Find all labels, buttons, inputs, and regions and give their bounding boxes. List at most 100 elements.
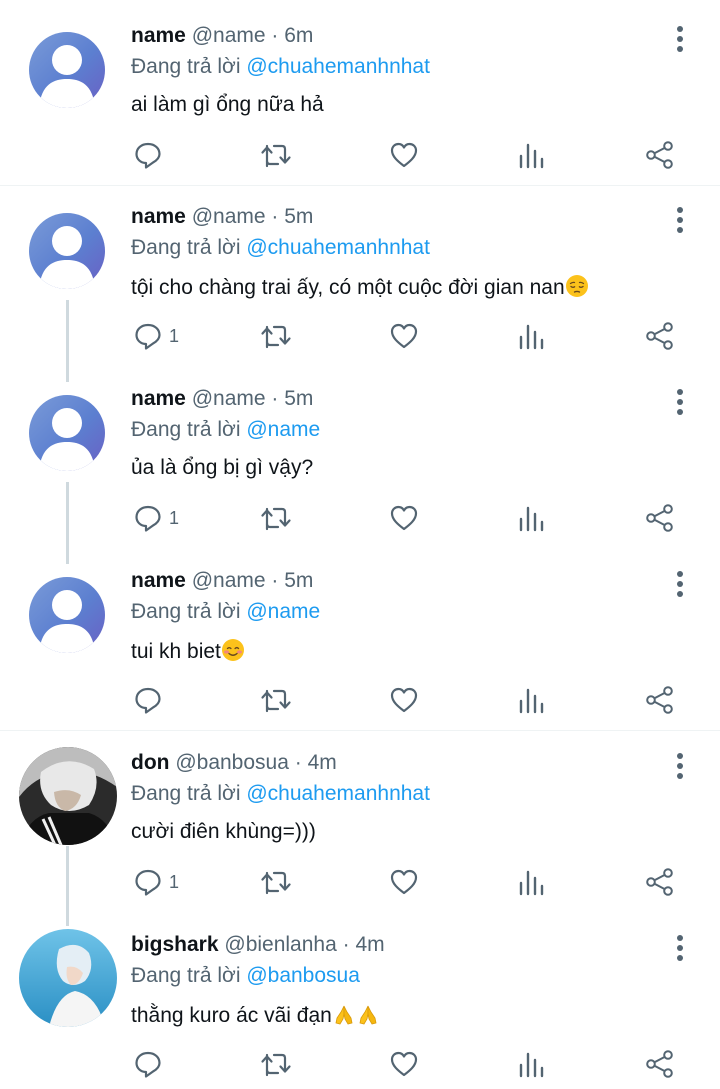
- mention-link[interactable]: @chuahemanhnhat: [246, 55, 430, 78]
- like-button[interactable]: [389, 316, 419, 356]
- display-name[interactable]: name: [131, 205, 186, 228]
- mention-link[interactable]: @chuahemanhnhat: [246, 236, 430, 259]
- analytics-button[interactable]: [518, 498, 546, 538]
- more-options-icon[interactable]: [669, 386, 691, 418]
- like-button[interactable]: [389, 680, 419, 720]
- share-button[interactable]: [645, 135, 675, 175]
- reply-button[interactable]: 1: [133, 498, 179, 538]
- retweet-icon: [261, 689, 291, 713]
- retweet-button[interactable]: [260, 498, 292, 538]
- tweet-header: name @name · 5m: [131, 387, 313, 411]
- retweet-button[interactable]: [260, 1044, 292, 1084]
- tweet-text: tội cho chàng trai ấy, có một cuộc đời g…: [131, 274, 589, 300]
- replying-to: Đang trả lời @name: [131, 600, 320, 624]
- handle-time: @name · 5m: [191, 205, 314, 228]
- share-icon: [646, 1050, 673, 1078]
- reply-count: 1: [169, 507, 180, 528]
- share-icon: [646, 686, 673, 714]
- tweet-text-content: ai làm gì ổng nữa hả: [131, 93, 324, 116]
- analytics-button[interactable]: [518, 316, 546, 356]
- handle-time: @bienlanha · 4m: [224, 933, 385, 956]
- tweet-header: bigshark @bienlanha · 4m: [131, 933, 385, 957]
- divider: [0, 730, 720, 731]
- reply-icon: [135, 142, 161, 169]
- like-button[interactable]: [389, 1044, 419, 1084]
- like-button[interactable]: [389, 862, 419, 902]
- folded-hands-emoji: [335, 1005, 353, 1025]
- tweet-text-content: thằng kuro ác vãi đạn: [131, 1004, 332, 1027]
- folded-hands-emoji: [359, 1005, 377, 1025]
- reply-count: 1: [169, 325, 180, 346]
- retweet-icon: [261, 144, 291, 168]
- avatar[interactable]: [29, 213, 105, 289]
- tweet-text: tui kh biet: [131, 638, 245, 664]
- retweet-button[interactable]: [260, 680, 292, 720]
- reply-button[interactable]: [133, 680, 169, 720]
- analytics-icon: [519, 143, 544, 169]
- share-button[interactable]: [645, 1044, 675, 1084]
- heart-icon: [390, 1051, 418, 1077]
- more-options-icon[interactable]: [669, 204, 691, 236]
- like-button[interactable]: [389, 498, 419, 538]
- replying-to-label: Đang trả lời: [131, 236, 241, 259]
- tweet-header: name @name · 6m: [131, 24, 313, 48]
- reply-button[interactable]: [133, 1044, 169, 1084]
- replying-to-label: Đang trả lời: [131, 55, 241, 78]
- avatar[interactable]: [29, 577, 105, 653]
- analytics-icon: [519, 688, 544, 714]
- heart-icon: [390, 687, 418, 713]
- replying-to: Đang trả lời @name: [131, 418, 320, 442]
- display-name[interactable]: bigshark: [131, 933, 219, 956]
- smiling-face-emoji: [221, 639, 244, 661]
- handle-time: @name · 5m: [191, 569, 314, 592]
- tweet-text: ai làm gì ổng nữa hả: [131, 93, 324, 117]
- share-icon: [646, 322, 673, 350]
- analytics-button[interactable]: [518, 680, 546, 720]
- mention-link[interactable]: @name: [246, 600, 320, 623]
- tweet-text-content: ủa là ổng bị gì vậy?: [131, 456, 314, 479]
- mention-link[interactable]: @chuahemanhnhat: [246, 782, 430, 805]
- like-button[interactable]: [389, 135, 419, 175]
- analytics-button[interactable]: [518, 135, 546, 175]
- analytics-button[interactable]: [518, 862, 546, 902]
- share-icon: [646, 141, 673, 169]
- share-button[interactable]: [645, 316, 675, 356]
- display-name[interactable]: name: [131, 387, 186, 410]
- replying-to-label: Đang trả lời: [131, 964, 241, 987]
- more-options-icon[interactable]: [669, 750, 691, 782]
- replying-to: Đang trả lời @chuahemanhnhat: [131, 236, 430, 260]
- reply-icon: [135, 869, 161, 896]
- action-bar: 1: [0, 498, 720, 538]
- display-name[interactable]: don: [131, 751, 169, 774]
- share-button[interactable]: [645, 862, 675, 902]
- mention-link[interactable]: @name: [246, 418, 320, 441]
- retweet-button[interactable]: [260, 135, 292, 175]
- display-name[interactable]: name: [131, 24, 186, 47]
- share-button[interactable]: [645, 498, 675, 538]
- replying-to: Đang trả lời @chuahemanhnhat: [131, 782, 430, 806]
- retweet-button[interactable]: [260, 316, 292, 356]
- reply-button[interactable]: [133, 135, 169, 175]
- avatar[interactable]: [29, 32, 105, 108]
- share-icon: [646, 504, 673, 532]
- avatar[interactable]: [19, 747, 117, 845]
- share-button[interactable]: [645, 680, 675, 720]
- mention-link[interactable]: @banbosua: [246, 964, 360, 987]
- reply-button[interactable]: 1: [133, 862, 179, 902]
- avatar[interactable]: [19, 929, 117, 1027]
- replying-to: Đang trả lời @chuahemanhnhat: [131, 55, 430, 79]
- more-options-icon[interactable]: [669, 23, 691, 55]
- replying-to-label: Đang trả lời: [131, 600, 241, 623]
- retweet-icon: [261, 507, 291, 531]
- handle-time: @name · 6m: [191, 24, 314, 47]
- retweet-icon: [261, 1053, 291, 1077]
- action-bar: [0, 680, 720, 720]
- more-options-icon[interactable]: [669, 568, 691, 600]
- retweet-button[interactable]: [260, 862, 292, 902]
- reply-count: 1: [169, 871, 180, 892]
- avatar[interactable]: [29, 395, 105, 471]
- analytics-button[interactable]: [518, 1044, 546, 1084]
- display-name[interactable]: name: [131, 569, 186, 592]
- reply-button[interactable]: 1: [133, 316, 179, 356]
- more-options-icon[interactable]: [669, 932, 691, 964]
